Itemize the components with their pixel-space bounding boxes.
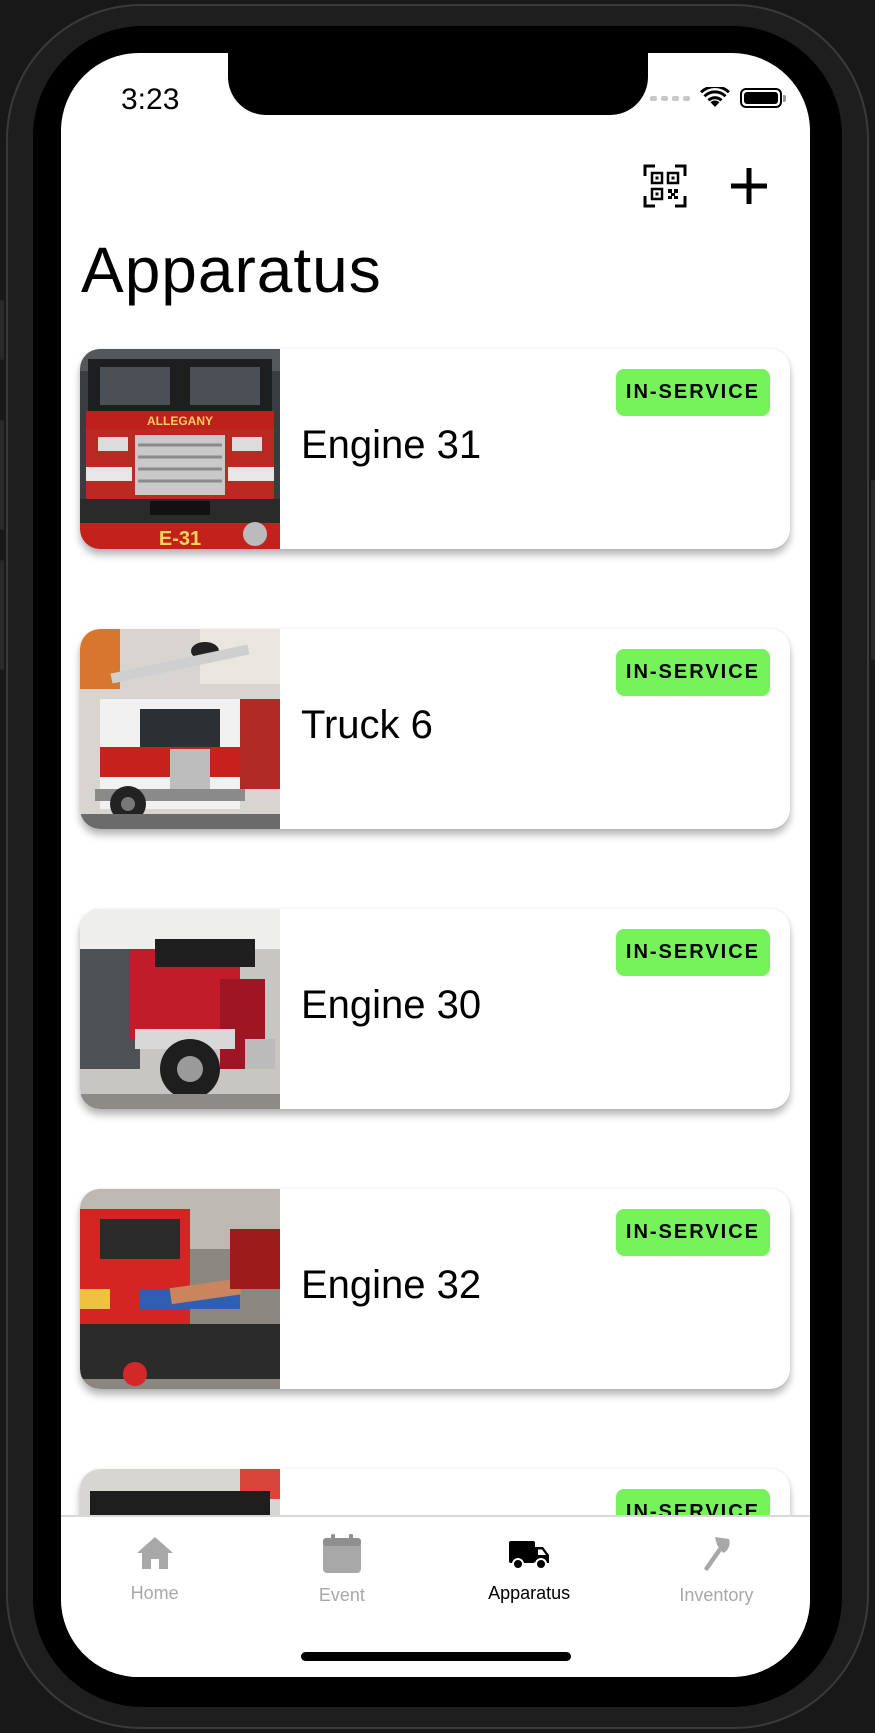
status-icons [650, 87, 786, 109]
status-badge: IN-SERVICE [615, 929, 770, 976]
calendar-icon [322, 1534, 361, 1573]
home-indicator [301, 1652, 571, 1661]
apparatus-name: Engine 31 [301, 423, 482, 467]
notch [228, 53, 648, 115]
side-button [871, 480, 875, 660]
plus-icon[interactable] [726, 163, 772, 209]
qr-code-icon[interactable] [642, 163, 688, 209]
tab-label: Inventory [679, 1585, 754, 1605]
side-button [0, 560, 4, 670]
apparatus-photo [80, 1189, 280, 1389]
tab-inventory[interactable]: Inventory [623, 1517, 810, 1677]
apparatus-name: Engine 32 [301, 1263, 482, 1307]
apparatus-card-engine-32[interactable]: Engine 32 IN-SERVICE [80, 1189, 790, 1389]
page-title: Apparatus [81, 234, 382, 306]
tab-home[interactable]: Home [61, 1517, 248, 1677]
apparatus-card-engine-31[interactable]: ALLEGANY E-31 Engine 31 IN-SERVICE [80, 349, 790, 549]
apparatus-name: Truck 6 [301, 703, 433, 747]
status-time: 3:23 [121, 83, 180, 116]
axe-icon [704, 1537, 731, 1571]
battery-icon [740, 88, 786, 108]
photo-plate: E-31 [159, 528, 201, 549]
side-button [0, 300, 4, 360]
apparatus-card-engine-30[interactable]: Engine 30 IN-SERVICE [80, 909, 790, 1109]
apparatus-list: ALLEGANY E-31 Engine 31 IN-SERVICE Truck… [80, 349, 790, 1677]
photo-text: ALLEGANY [147, 414, 213, 428]
apparatus-photo [80, 909, 280, 1109]
apparatus-photo: ALLEGANY E-31 [80, 349, 280, 549]
status-badge: IN-SERVICE [615, 1209, 770, 1256]
home-icon [136, 1537, 173, 1569]
wifi-icon [700, 87, 730, 107]
cellular-signal-icon [650, 95, 690, 101]
status-badge: IN-SERVICE [615, 649, 770, 696]
apparatus-name: Engine 30 [301, 983, 482, 1027]
tab-bar: Home Event Apparatus Inventory [61, 1515, 810, 1677]
side-button [0, 420, 4, 530]
tab-label: Event [318, 1585, 365, 1605]
tab-label: Home [130, 1583, 179, 1603]
tab-label: Apparatus [488, 1583, 571, 1603]
header-actions [642, 163, 772, 209]
truck-icon [509, 1541, 550, 1570]
phone-screen: 3:23 Apparatus ALLEGANY E-31 Engine 31 I… [61, 53, 810, 1677]
apparatus-card-truck-6[interactable]: Truck 6 IN-SERVICE [80, 629, 790, 829]
status-badge: IN-SERVICE [615, 369, 770, 416]
apparatus-photo [80, 629, 280, 829]
